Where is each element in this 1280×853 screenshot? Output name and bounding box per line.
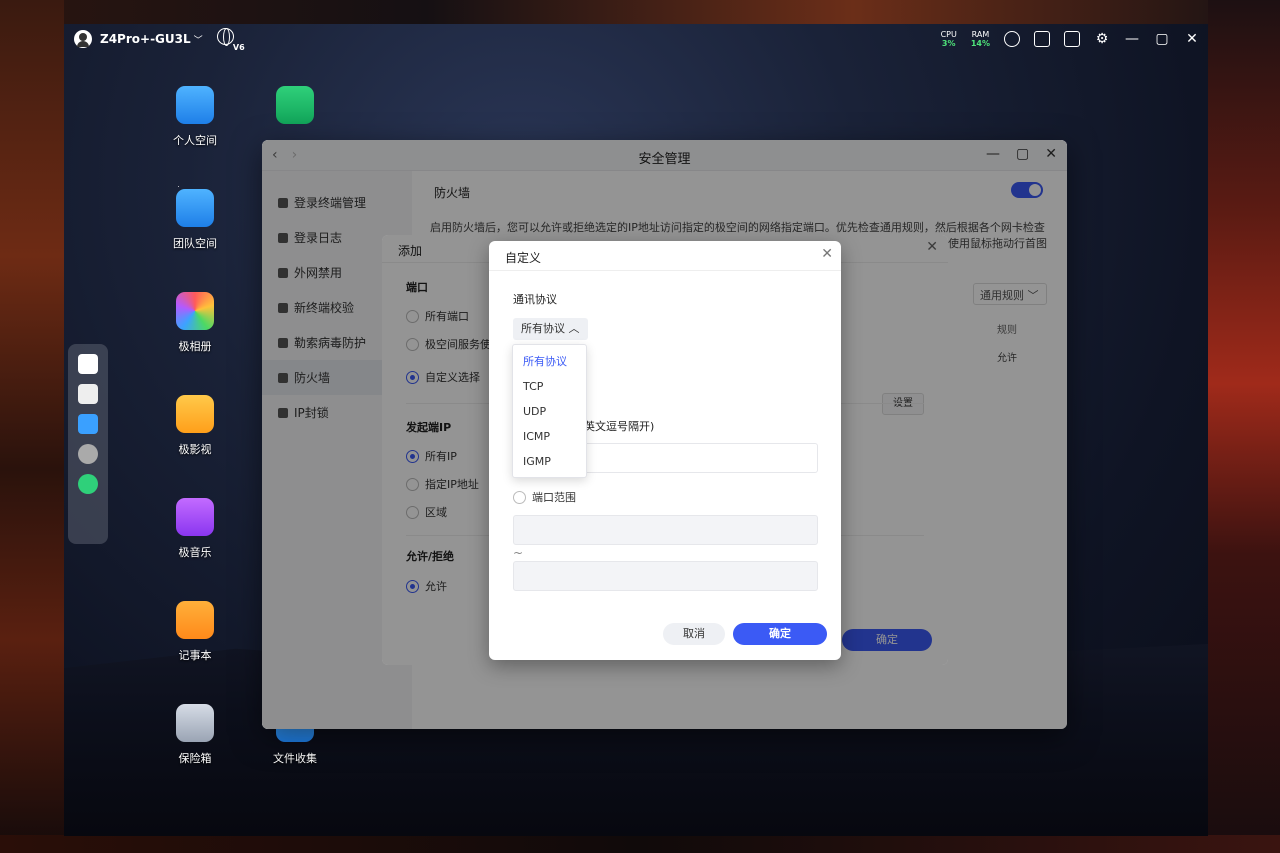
dropdown-item-all[interactable]: 所有协议 bbox=[513, 349, 586, 374]
music-icon bbox=[176, 498, 214, 536]
radio-port-range[interactable]: 端口范围 bbox=[513, 489, 576, 505]
desktop-icon-team-space[interactable]: 团队空间 bbox=[160, 189, 230, 251]
radio-circle bbox=[513, 490, 526, 504]
port-range-start-input[interactable] bbox=[513, 515, 818, 545]
security-shield-icon[interactable] bbox=[78, 474, 98, 494]
photos-icon bbox=[176, 292, 214, 330]
range-tilde: ~ bbox=[513, 546, 524, 560]
desktop-monitor-icon[interactable] bbox=[78, 354, 98, 374]
desktop-icon-video[interactable]: 极影视 bbox=[160, 395, 230, 457]
chevron-down-icon[interactable]: ﹀ bbox=[194, 33, 203, 46]
ipv6-globe-icon[interactable]: V6 bbox=[216, 28, 245, 52]
port-range-end-input[interactable] bbox=[513, 561, 818, 591]
ipv6-badge: V6 bbox=[232, 43, 245, 52]
team-folder-icon bbox=[176, 189, 214, 227]
cancel-button[interactable]: 取消 bbox=[663, 623, 725, 645]
speedometer-icon[interactable] bbox=[1004, 31, 1020, 47]
protocol-select[interactable]: 所有协议 ︿ bbox=[513, 318, 588, 340]
user-avatar-icon[interactable] bbox=[74, 30, 92, 48]
mail-icon[interactable] bbox=[1064, 31, 1080, 47]
safe-icon bbox=[176, 704, 214, 742]
custom-dialog-header: 自定义 ✕ bbox=[489, 241, 841, 271]
protocol-dropdown: 所有协议 TCP UDP ICMP IGMP bbox=[512, 344, 587, 478]
ram-meter[interactable]: RAM 14% bbox=[971, 30, 990, 48]
dock bbox=[68, 344, 108, 544]
close-icon[interactable]: ✕ bbox=[1184, 31, 1200, 47]
outer-wallpaper-left bbox=[0, 0, 64, 853]
dropdown-item-icmp[interactable]: ICMP bbox=[513, 424, 586, 449]
settings-icon[interactable] bbox=[78, 444, 98, 464]
desktop-icon-personal-space[interactable]: 个人空间 bbox=[160, 86, 230, 148]
outer-wallpaper-top bbox=[0, 0, 1280, 24]
video-icon bbox=[176, 395, 214, 433]
device-name[interactable]: Z4Pro+-GU3L bbox=[100, 32, 191, 46]
os-desktop-window: Z4Pro+-GU3L ﹀ V6 CPU 3% RAM 14% ⚙ — ▢ ✕ bbox=[64, 24, 1208, 836]
close-icon[interactable]: ✕ bbox=[821, 246, 833, 262]
outer-wallpaper-right bbox=[1208, 0, 1280, 853]
desktop-icon-photos[interactable]: 极相册 bbox=[160, 292, 230, 354]
cpu-meter[interactable]: CPU 3% bbox=[941, 30, 957, 48]
dropdown-item-udp[interactable]: UDP bbox=[513, 399, 586, 424]
folder-icon bbox=[176, 86, 214, 124]
download-icon bbox=[276, 86, 314, 124]
top-bar: Z4Pro+-GU3L ﹀ V6 CPU 3% RAM 14% ⚙ — ▢ ✕ bbox=[64, 24, 1208, 54]
desktop-icon-safe[interactable]: 保险箱 bbox=[160, 704, 230, 766]
monitor-icon[interactable] bbox=[1034, 31, 1050, 47]
outer-wallpaper-bottom bbox=[0, 835, 1280, 853]
confirm-button[interactable]: 确定 bbox=[733, 623, 827, 645]
top-bar-right: CPU 3% RAM 14% ⚙ — ▢ ✕ bbox=[941, 24, 1200, 54]
desktop-icon-notes[interactable]: 记事本 bbox=[160, 601, 230, 663]
custom-dialog-title: 自定义 bbox=[505, 251, 542, 265]
minimize-icon[interactable]: — bbox=[1124, 31, 1140, 47]
gear-icon[interactable]: ⚙ bbox=[1094, 31, 1110, 47]
maximize-icon[interactable]: ▢ bbox=[1154, 31, 1170, 47]
chevron-up-icon: ︿ bbox=[568, 322, 580, 335]
notes-icon bbox=[176, 601, 214, 639]
desktop-icon-download[interactable] bbox=[260, 86, 330, 132]
files-icon[interactable] bbox=[78, 414, 98, 434]
app-grid-icon[interactable] bbox=[78, 384, 98, 404]
desktop-icon-music[interactable]: 极音乐 bbox=[160, 498, 230, 560]
protocol-label: 通讯协议 bbox=[513, 293, 557, 306]
dropdown-item-igmp[interactable]: IGMP bbox=[513, 449, 586, 474]
dropdown-item-tcp[interactable]: TCP bbox=[513, 374, 586, 399]
